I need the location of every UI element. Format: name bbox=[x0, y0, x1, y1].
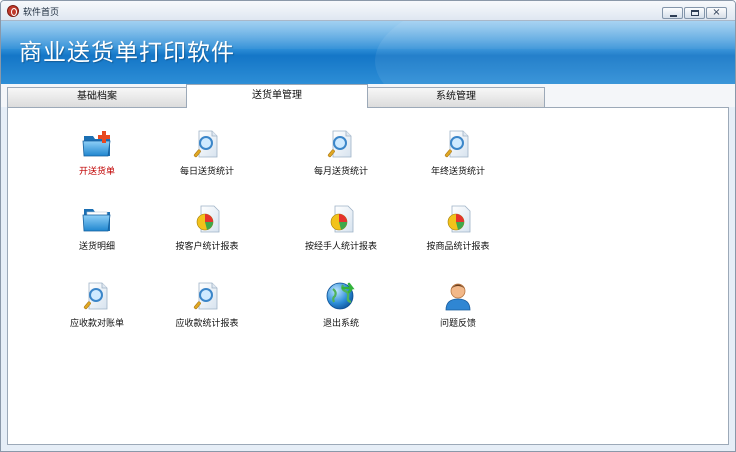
monthly-delivery-stats-label: 每月送货统计 bbox=[313, 167, 368, 177]
tab-basic-records[interactable]: 基础档案 bbox=[7, 87, 187, 107]
minimize-button[interactable] bbox=[662, 7, 683, 19]
delivery-details-item[interactable]: 送货明细 bbox=[42, 203, 152, 263]
folder-add-icon bbox=[81, 128, 113, 160]
report-search-icon bbox=[325, 128, 357, 160]
feedback-label: 问题反馈 bbox=[439, 319, 476, 329]
open-delivery-note-label: 开送货单 bbox=[78, 167, 115, 177]
app-title: 商业送货单打印软件 bbox=[19, 40, 235, 66]
daily-delivery-stats-label: 每日送货统计 bbox=[179, 167, 234, 177]
yearly-delivery-stats-label: 年终送货统计 bbox=[430, 167, 485, 177]
customer-stats-report-item[interactable]: 按客户统计报表 bbox=[152, 203, 262, 263]
user-feedback-icon bbox=[442, 280, 474, 312]
report-search-icon bbox=[191, 128, 223, 160]
app-logo-icon bbox=[7, 5, 19, 17]
tab-system-management[interactable]: 系统管理 bbox=[367, 87, 545, 107]
monthly-delivery-stats-item[interactable]: 每月送货统计 bbox=[286, 128, 396, 188]
report-search-icon bbox=[81, 280, 113, 312]
receivables-statement-item[interactable]: 应收款对账单 bbox=[42, 280, 152, 340]
globe-exit-icon bbox=[325, 280, 357, 312]
daily-delivery-stats-item[interactable]: 每日送货统计 bbox=[152, 128, 262, 188]
window-controls: × bbox=[662, 7, 727, 20]
report-search-icon bbox=[442, 128, 474, 160]
close-icon: × bbox=[712, 7, 721, 18]
main-window: 软件首页 × 商业送货单打印软件 基础档案 送货单管理 系统管理 开送货单 每日送… bbox=[0, 0, 736, 452]
receivables-stats-report-label: 应收款统计报表 bbox=[175, 319, 239, 329]
pie-chart-report-icon bbox=[442, 203, 474, 235]
customer-stats-report-label: 按客户统计报表 bbox=[175, 242, 239, 252]
product-stats-report-label: 按商品统计报表 bbox=[426, 242, 490, 252]
maximize-icon bbox=[691, 10, 699, 16]
report-search-icon bbox=[191, 280, 223, 312]
tab-bar: 基础档案 送货单管理 系统管理 bbox=[1, 84, 735, 108]
close-button[interactable]: × bbox=[706, 7, 727, 19]
handler-stats-report-label: 按经手人统计报表 bbox=[304, 242, 377, 252]
folder-icon bbox=[81, 203, 113, 235]
header-banner: 商业送货单打印软件 bbox=[1, 21, 735, 84]
minimize-icon bbox=[670, 15, 677, 17]
receivables-statement-label: 应收款对账单 bbox=[69, 319, 124, 329]
product-stats-report-item[interactable]: 按商品统计报表 bbox=[403, 203, 513, 263]
pie-chart-report-icon bbox=[325, 203, 357, 235]
exit-system-label: 退出系统 bbox=[322, 319, 359, 329]
delivery-details-label: 送货明细 bbox=[78, 242, 115, 252]
window-title: 软件首页 bbox=[23, 8, 60, 18]
feedback-item[interactable]: 问题反馈 bbox=[403, 280, 513, 340]
pie-chart-report-icon bbox=[191, 203, 223, 235]
handler-stats-report-item[interactable]: 按经手人统计报表 bbox=[286, 203, 396, 263]
function-panel: 开送货单 每日送货统计 每月送货统计 年终送货统计送货明细 按客户统计报表 按经手人统计报… bbox=[7, 107, 729, 445]
exit-system-item[interactable]: 退出系统 bbox=[286, 280, 396, 340]
yearly-delivery-stats-item[interactable]: 年终送货统计 bbox=[403, 128, 513, 188]
title-bar[interactable]: 软件首页 × bbox=[1, 1, 735, 21]
receivables-stats-report-item[interactable]: 应收款统计报表 bbox=[152, 280, 262, 340]
maximize-button[interactable] bbox=[684, 7, 705, 19]
open-delivery-note-item[interactable]: 开送货单 bbox=[42, 128, 152, 188]
tab-delivery-management[interactable]: 送货单管理 bbox=[186, 84, 368, 108]
